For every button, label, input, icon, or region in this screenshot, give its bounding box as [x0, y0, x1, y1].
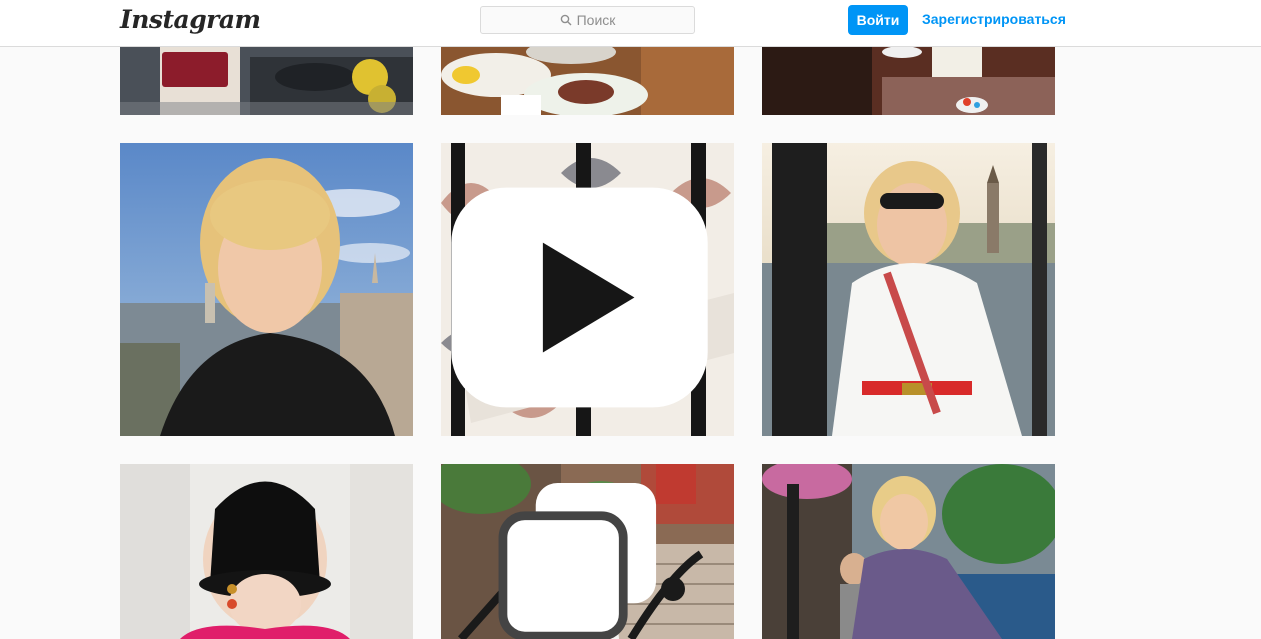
top-navigation-bar: Instagram Поиск Войти Зарегистрироваться — [0, 0, 1261, 47]
post-tile-4[interactable] — [120, 143, 413, 436]
post-woman-black-hat-image — [120, 464, 413, 639]
post-woman-purple-shirt-street-image — [762, 464, 1055, 639]
post-tile-5[interactable] — [441, 143, 734, 436]
search-icon — [560, 14, 572, 26]
signup-link[interactable]: Зарегистрироваться — [922, 11, 1066, 27]
post-breakfast-table-image — [441, 47, 734, 115]
post-selfie-istanbul-view-image — [120, 143, 413, 436]
post-tile-2[interactable] — [441, 47, 734, 115]
video-icon — [451, 187, 708, 408]
post-woman-red-bag-seaside-image — [120, 47, 413, 115]
carousel-icon — [498, 482, 657, 639]
post-tile-8[interactable] — [441, 464, 734, 639]
post-tile-7[interactable] — [120, 464, 413, 639]
search-box[interactable]: Поиск — [480, 6, 695, 34]
login-button[interactable]: Войти — [848, 5, 908, 35]
post-tile-3[interactable] — [762, 47, 1055, 115]
post-sneakers-cafe-image — [762, 47, 1055, 115]
search-placeholder: Поиск — [576, 12, 616, 28]
post-tile-9[interactable] — [762, 464, 1055, 639]
instagram-logo[interactable]: Instagram — [120, 5, 261, 34]
post-woman-white-shirt-bosphorus-image — [762, 143, 1055, 436]
post-tile-1[interactable] — [120, 47, 413, 115]
post-tile-6[interactable] — [762, 143, 1055, 436]
